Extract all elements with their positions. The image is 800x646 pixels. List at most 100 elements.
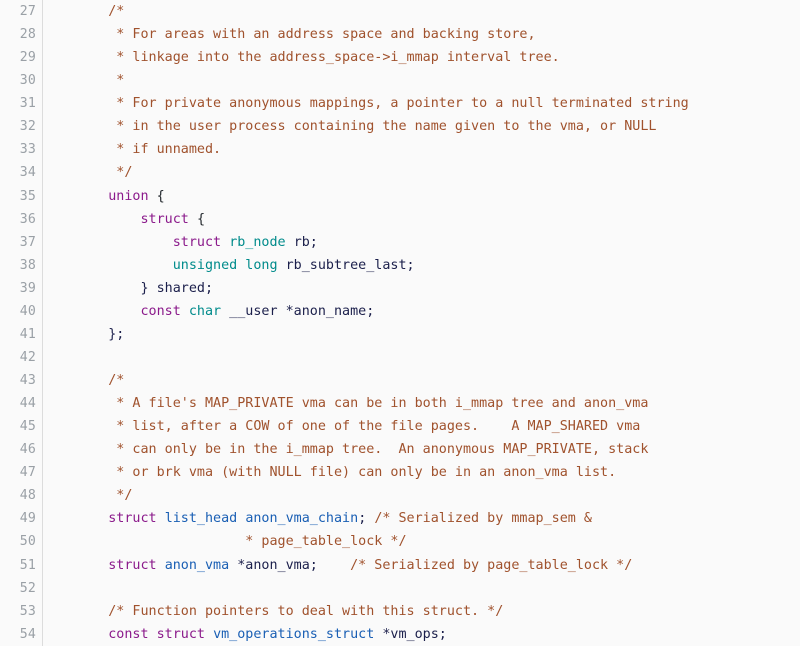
code-line-row[interactable]: 39 } shared; [0, 276, 800, 300]
code-line-row[interactable]: 41 }; [0, 322, 800, 346]
code-line-content[interactable]: * list, after a COW of one of the file p… [43, 415, 800, 438]
code-line-row[interactable]: 51 struct anon_vma *anon_vma; /* Seriali… [0, 553, 800, 577]
line-number[interactable]: 36 [0, 207, 43, 231]
line-number[interactable]: 53 [0, 599, 43, 623]
line-number[interactable]: 38 [0, 253, 43, 277]
code-line-content[interactable]: * in the user process containing the nam… [43, 115, 800, 138]
code-line-content[interactable]: unsigned long rb_subtree_last; [43, 254, 800, 277]
code-line-row[interactable]: 34 */ [0, 161, 800, 185]
code-line-content[interactable]: union { [43, 185, 800, 208]
code-line-content[interactable]: * linkage into the address_space->i_mmap… [43, 46, 800, 69]
code-line-row[interactable]: 47 * or brk vma (with NULL file) can onl… [0, 461, 800, 485]
code-line-content[interactable]: * For private anonymous mappings, a poin… [43, 92, 800, 115]
code-line-content[interactable]: struct { [43, 208, 800, 231]
code-line-content[interactable] [43, 577, 800, 600]
code-token-keyword: union [108, 188, 149, 204]
code-line-content[interactable]: /* [43, 369, 800, 392]
code-line-content[interactable]: * if unnamed. [43, 138, 800, 161]
line-number[interactable]: 40 [0, 299, 43, 323]
code-token-comment: * linkage into the address_space->i_mmap… [76, 50, 560, 66]
line-number[interactable]: 32 [0, 115, 43, 139]
code-line-content[interactable]: }; [43, 323, 800, 346]
line-number[interactable]: 30 [0, 69, 43, 93]
code-line-row[interactable]: 31 * For private anonymous mappings, a p… [0, 92, 800, 116]
code-line-row[interactable]: 37 struct rb_node rb; [0, 230, 800, 254]
code-line-row[interactable]: 43 /* [0, 369, 800, 393]
line-number[interactable]: 34 [0, 161, 43, 185]
code-line-row[interactable]: 36 struct { [0, 207, 800, 231]
code-line-row[interactable]: 28 * For areas with an address space and… [0, 23, 800, 47]
code-line-row[interactable]: 33 * if unnamed. [0, 138, 800, 162]
code-line-row[interactable]: 29 * linkage into the address_space->i_m… [0, 46, 800, 70]
code-line-row[interactable]: 50 * page_table_lock */ [0, 530, 800, 554]
code-token-comment: * if unnamed. [76, 142, 222, 158]
line-number[interactable]: 54 [0, 622, 43, 646]
code-line-content[interactable]: * For areas with an address space and ba… [43, 23, 800, 46]
code-line-row[interactable]: 52 [0, 576, 800, 600]
line-number[interactable]: 37 [0, 230, 43, 254]
code-line-row[interactable]: 35 union { [0, 184, 800, 208]
code-line-content[interactable]: struct list_head anon_vma_chain; /* Seri… [43, 507, 800, 530]
code-line-content[interactable]: const char __user *anon_name; [43, 300, 800, 323]
code-token-comment: * For areas with an address space and ba… [76, 27, 536, 43]
line-number[interactable]: 29 [0, 46, 43, 70]
line-number[interactable]: 46 [0, 438, 43, 462]
code-line-row[interactable]: 42 [0, 345, 800, 369]
code-token-comment: * page_table_lock */ [76, 534, 407, 550]
line-number[interactable]: 42 [0, 345, 43, 369]
code-line-row[interactable]: 40 const char __user *anon_name; [0, 299, 800, 323]
code-lines-table: 27 /* 28 * For areas with an address spac… [0, 0, 800, 646]
code-line-row[interactable]: 30 * [0, 69, 800, 93]
line-number[interactable]: 43 [0, 369, 43, 393]
line-number[interactable]: 44 [0, 392, 43, 416]
code-line-content[interactable]: /* Function pointers to deal with this s… [43, 600, 800, 623]
code-line-content[interactable]: const struct vm_operations_struct *vm_op… [43, 623, 800, 646]
line-number[interactable]: 48 [0, 484, 43, 508]
line-number[interactable]: 45 [0, 415, 43, 439]
code-line-content[interactable]: struct rb_node rb; [43, 231, 800, 254]
code-line-row[interactable]: 54 const struct vm_operations_struct *vm… [0, 622, 800, 646]
code-line-content[interactable] [43, 346, 800, 369]
code-token-keyword: const [108, 626, 149, 642]
line-number[interactable]: 33 [0, 138, 43, 162]
code-line-row[interactable]: 46 * can only be in the i_mmap tree. An … [0, 438, 800, 462]
code-line-row[interactable]: 44 * A file's MAP_PRIVATE vma can be in … [0, 392, 800, 416]
code-line-row[interactable]: 38 unsigned long rb_subtree_last; [0, 253, 800, 277]
code-line-row[interactable]: 27 /* [0, 0, 800, 24]
code-line-content[interactable]: * page_table_lock */ [43, 530, 800, 553]
code-line-content[interactable]: } shared; [43, 277, 800, 300]
code-line-content[interactable]: * A file's MAP_PRIVATE vma can be in bot… [43, 392, 800, 415]
code-line-content[interactable]: * or brk vma (with NULL file) can only b… [43, 461, 800, 484]
code-line-row[interactable]: 45 * list, after a COW of one of the fil… [0, 415, 800, 439]
line-number[interactable]: 41 [0, 322, 43, 346]
line-number[interactable]: 39 [0, 276, 43, 300]
line-number[interactable]: 47 [0, 461, 43, 485]
code-line-row[interactable]: 53 /* Function pointers to deal with thi… [0, 599, 800, 623]
line-number[interactable]: 35 [0, 184, 43, 208]
code-line-row[interactable]: 48 */ [0, 484, 800, 508]
code-line-row[interactable]: 49 struct list_head anon_vma_chain; /* S… [0, 507, 800, 531]
code-viewer[interactable]: 27 /* 28 * For areas with an address spac… [0, 0, 800, 646]
line-number[interactable]: 52 [0, 576, 43, 600]
code-token-keyword: struct [108, 557, 157, 573]
line-number[interactable]: 27 [0, 0, 43, 24]
code-line-content[interactable]: struct anon_vma *anon_vma; /* Serialized… [43, 554, 800, 577]
code-line-row[interactable]: 32 * in the user process containing the … [0, 115, 800, 139]
code-line-content[interactable]: /* [43, 0, 800, 23]
line-number[interactable]: 51 [0, 553, 43, 577]
line-number[interactable]: 28 [0, 23, 43, 47]
line-number[interactable]: 50 [0, 530, 43, 554]
code-line-content[interactable]: * can only be in the i_mmap tree. An ano… [43, 438, 800, 461]
code-line-content[interactable]: */ [43, 161, 800, 184]
code-line-content[interactable]: */ [43, 484, 800, 507]
line-number[interactable]: 31 [0, 92, 43, 116]
code-line-content[interactable]: * [43, 69, 800, 92]
line-number[interactable]: 49 [0, 507, 43, 531]
